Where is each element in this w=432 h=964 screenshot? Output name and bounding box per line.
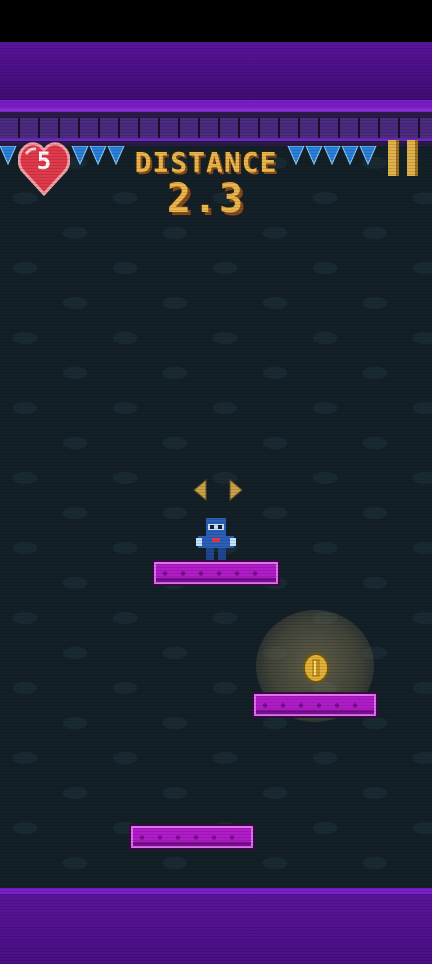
- platform: [254, 694, 376, 716]
- platform: [131, 826, 253, 848]
- lives-count: 5: [36, 147, 52, 175]
- ninja-player-icon: [196, 518, 236, 560]
- left-right-arrows-icon: [193, 478, 243, 502]
- coin-icon: [303, 653, 329, 683]
- distance-value: 2.3: [166, 176, 246, 222]
- top-letterbox: [0, 0, 432, 42]
- game-screen: 5 DISTANCE 2.3: [0, 0, 432, 964]
- top-frame-band: [0, 42, 432, 108]
- bottom-frame-band: [0, 888, 432, 964]
- platform: [154, 562, 278, 584]
- ceiling-bricks: [0, 118, 432, 141]
- pause-button[interactable]: [386, 140, 420, 176]
- distance-label: DISTANCE: [134, 146, 278, 179]
